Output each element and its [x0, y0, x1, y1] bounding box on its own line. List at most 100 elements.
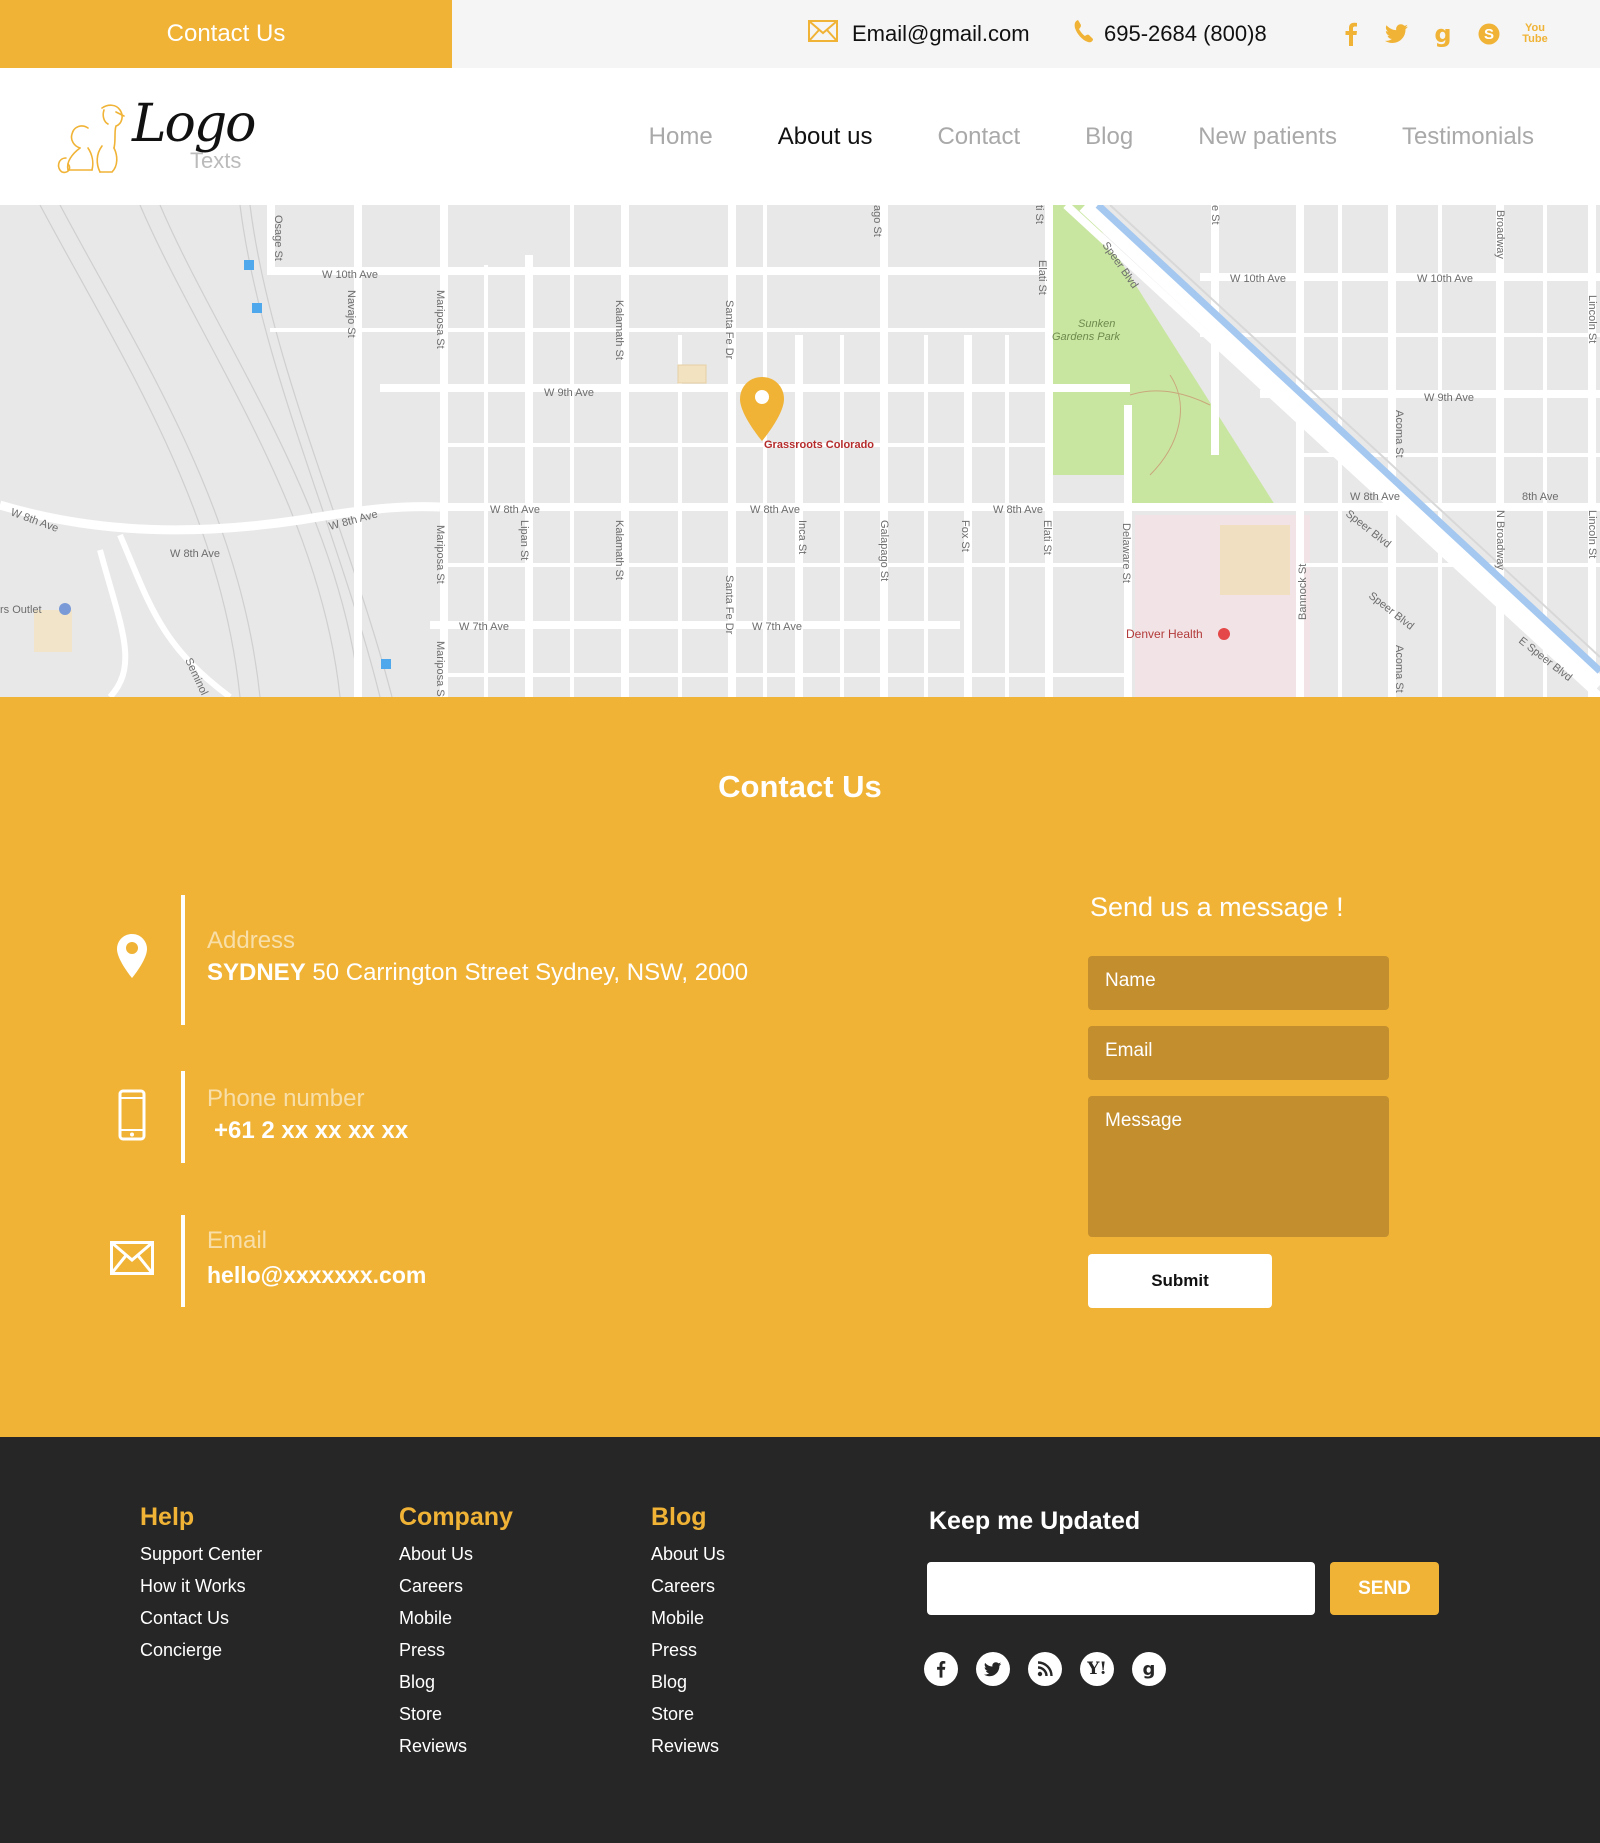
nav-about-us[interactable]: About us	[778, 123, 873, 151]
label-acoma-1: Acoma St	[1393, 410, 1405, 458]
email-divider	[181, 1215, 185, 1307]
rss-icon[interactable]	[1028, 1652, 1062, 1686]
logo[interactable]: Logo Texts	[52, 90, 262, 190]
email-field[interactable]: Email	[1088, 1026, 1389, 1080]
label-santafe-2: Santa Fe Dr	[723, 575, 735, 635]
footer-blog-link[interactable]: Mobile	[651, 1602, 725, 1634]
site-footer: Help Support Center How it Works Contact…	[0, 1437, 1600, 1843]
label-park-2: Gardens Park	[1052, 331, 1120, 343]
footer-blog-link[interactable]: Reviews	[651, 1730, 725, 1762]
top-phone[interactable]: 695-2684 (800)8	[1074, 0, 1267, 68]
nav-new-patients[interactable]: New patients	[1198, 123, 1337, 151]
location-map[interactable]: W 10th Ave W 10th Ave W 10th Ave W 9th A…	[0, 205, 1600, 697]
logo-subtext: Texts	[190, 148, 242, 173]
contact-section: Contact Us Address SYDNEY 50 Carrington …	[0, 697, 1600, 1437]
logo-word: Logo	[132, 94, 256, 154]
youtube-icon[interactable]: You Tube	[1522, 21, 1548, 47]
label-lincoln-2: Lincoln St	[1586, 510, 1598, 558]
footer-company-link[interactable]: Store	[399, 1698, 513, 1730]
facebook-icon[interactable]	[924, 1652, 958, 1686]
footer-help-link[interactable]: Concierge	[140, 1634, 262, 1666]
facebook-icon[interactable]	[1338, 21, 1364, 47]
top-phone-text: 695-2684 (800)8	[1104, 21, 1267, 46]
footer-company-link[interactable]: About Us	[399, 1538, 513, 1570]
location-pin-icon	[104, 933, 160, 979]
site-header: Logo Texts Home About us Contact Blog Ne…	[0, 68, 1600, 205]
label-kalamath-2: Kalamath St	[613, 520, 625, 580]
footer-blog-link[interactable]: Careers	[651, 1570, 725, 1602]
nav-contact[interactable]: Contact	[937, 123, 1020, 151]
footer-help-title: Help	[140, 1503, 195, 1531]
label-w8th-5: W 8th Ave	[170, 548, 220, 560]
mobile-phone-icon	[104, 1089, 160, 1141]
footer-help-column: Help Support Center How it Works Contact…	[140, 1503, 262, 1666]
label-navajo: Navajo St	[345, 290, 357, 338]
footer-blog-link[interactable]: Press	[651, 1634, 725, 1666]
message-field[interactable]: Message	[1088, 1096, 1389, 1237]
top-email[interactable]: Email@gmail.com	[808, 0, 1030, 68]
google-icon[interactable]: g	[1132, 1652, 1166, 1686]
name-field[interactable]: Name	[1088, 956, 1389, 1010]
newsletter-send-button[interactable]: SEND	[1330, 1562, 1439, 1615]
label-outlet: rs Outlet	[0, 604, 42, 616]
label-w7th-2: W 7th Ave	[752, 621, 802, 633]
footer-company-link[interactable]: Careers	[399, 1570, 513, 1602]
label-w8th-3: W 8th Ave	[993, 504, 1043, 516]
footer-blog-link[interactable]: Blog	[651, 1666, 725, 1698]
submit-button[interactable]: Submit	[1088, 1254, 1272, 1308]
top-social-links: g S You Tube	[1338, 0, 1548, 68]
footer-company-link[interactable]: Mobile	[399, 1602, 513, 1634]
label-elati-top: ti St	[1033, 205, 1045, 224]
footer-help-link[interactable]: Support Center	[140, 1538, 262, 1570]
address-divider	[181, 895, 185, 1025]
label-elati-1: Elati St	[1036, 260, 1048, 295]
label-w10th-right: W 10th Ave	[1417, 273, 1473, 285]
label-w8th-2: W 8th Ave	[750, 504, 800, 516]
footer-help-link[interactable]: Contact Us	[140, 1602, 262, 1634]
nav-home[interactable]: Home	[649, 123, 713, 151]
label-acoma-2: Acoma St	[1393, 645, 1405, 693]
footer-blog-link[interactable]: About Us	[651, 1538, 725, 1570]
footer-help-link[interactable]: How it Works	[140, 1570, 262, 1602]
dog-cat-logo-icon	[57, 104, 125, 174]
label-galapago: Galapago St	[878, 520, 890, 581]
google-icon[interactable]: g	[1430, 20, 1456, 48]
phone-divider	[181, 1071, 185, 1163]
skype-icon[interactable]: S	[1476, 21, 1502, 47]
label-osage: Osage St	[272, 215, 284, 261]
contact-section-title: Contact Us	[718, 769, 882, 804]
footer-company-link[interactable]: Reviews	[399, 1730, 513, 1762]
label-w8th-4: W 8th Ave	[1350, 491, 1400, 503]
label-lincoln-1: Lincoln St	[1586, 295, 1598, 343]
label-mariposa-1: Mariposa St	[434, 290, 446, 349]
envelope-icon	[808, 20, 838, 48]
nav-testimonials[interactable]: Testimonials	[1402, 123, 1534, 151]
main-nav: Home About us Contact Blog New patients …	[649, 68, 1600, 205]
phone-value[interactable]: +61 2 xx xx xx xx	[214, 1117, 408, 1145]
label-pin-place: Grassroots Colorado	[764, 439, 874, 451]
newsletter-email-input[interactable]	[927, 1562, 1315, 1615]
top-bar: Contact Us Email@gmail.com 695-2684 (800…	[0, 0, 1600, 68]
email-value[interactable]: hello@xxxxxxx.com	[207, 1262, 426, 1289]
footer-company-title: Company	[399, 1503, 513, 1531]
address-label: Address	[207, 927, 296, 954]
email-label: Email	[207, 1227, 268, 1254]
youtube-bottom-label: Tube	[1522, 33, 1548, 45]
address-rest: 50 Carrington Street Sydney, NSW, 2000	[305, 959, 749, 986]
footer-company-link[interactable]: Press	[399, 1634, 513, 1666]
yahoo-icon[interactable]: Y!	[1080, 1652, 1114, 1686]
label-galapago-top: ago St	[871, 205, 883, 237]
top-contact-button[interactable]: Contact Us	[0, 0, 452, 68]
label-mariposa-2: Mariposa St	[434, 525, 446, 584]
twitter-icon[interactable]	[976, 1652, 1010, 1686]
footer-social-links: Y! g	[924, 1652, 1166, 1686]
label-delaware: Delaware St	[1120, 523, 1132, 583]
footer-company-link[interactable]: Blog	[399, 1666, 513, 1698]
nav-blog[interactable]: Blog	[1085, 123, 1133, 151]
footer-blog-link[interactable]: Store	[651, 1698, 725, 1730]
newsletter-title: Keep me Updated	[929, 1507, 1141, 1535]
label-w10th-mid: W 10th Ave	[1230, 273, 1286, 285]
label-bannock: Bannock St	[1297, 564, 1309, 620]
label-8th-right: 8th Ave	[1522, 491, 1559, 503]
twitter-icon[interactable]	[1384, 21, 1410, 47]
